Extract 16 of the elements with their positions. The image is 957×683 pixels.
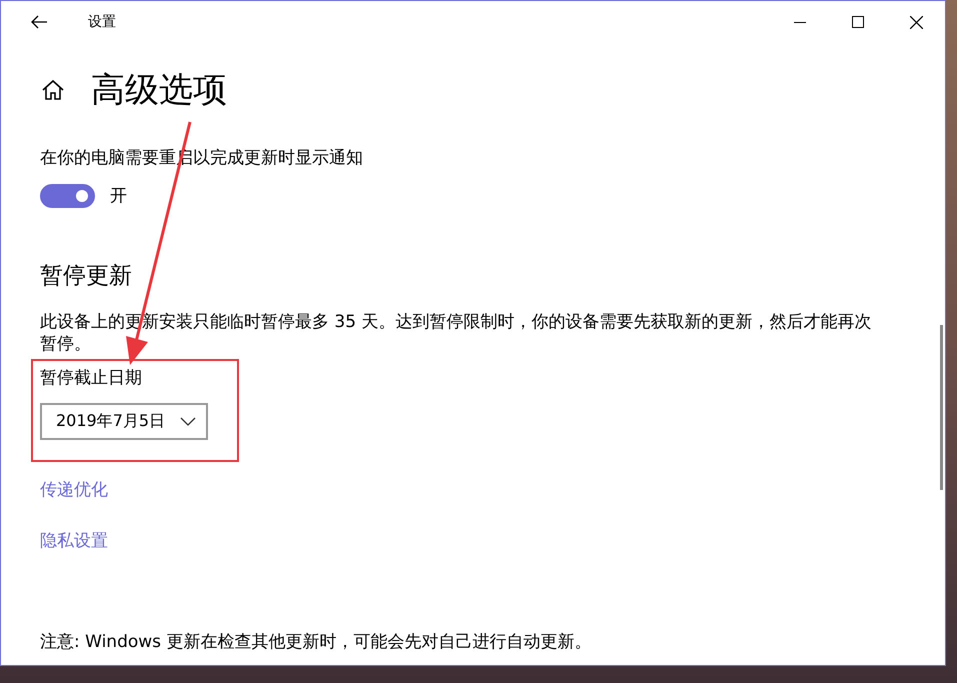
section-heading: 暂停更新: [40, 262, 132, 291]
close-icon: [910, 16, 922, 28]
maximize-icon: [852, 16, 864, 28]
date-label: 暂停截止日期: [40, 367, 142, 389]
toggle-label: 开: [110, 185, 127, 207]
settings-link[interactable]: 传递优化: [40, 478, 108, 501]
home-icon[interactable]: [41, 78, 65, 102]
back-arrow-icon: [30, 15, 48, 29]
settings-link[interactable]: 隐私设置: [40, 529, 108, 552]
toggle-switch[interactable]: [40, 184, 95, 208]
scrollbar[interactable]: [940, 325, 943, 490]
chevron-down-icon: [180, 417, 196, 426]
window-title: 设置: [88, 13, 117, 31]
date-dropdown[interactable]: 2019年7月5日: [40, 403, 208, 440]
note-text: 注意: Windows 更新在检查其他更新时，可能会先对自己进行自动更新。: [40, 631, 592, 653]
page-title: 高级选项: [91, 69, 227, 112]
